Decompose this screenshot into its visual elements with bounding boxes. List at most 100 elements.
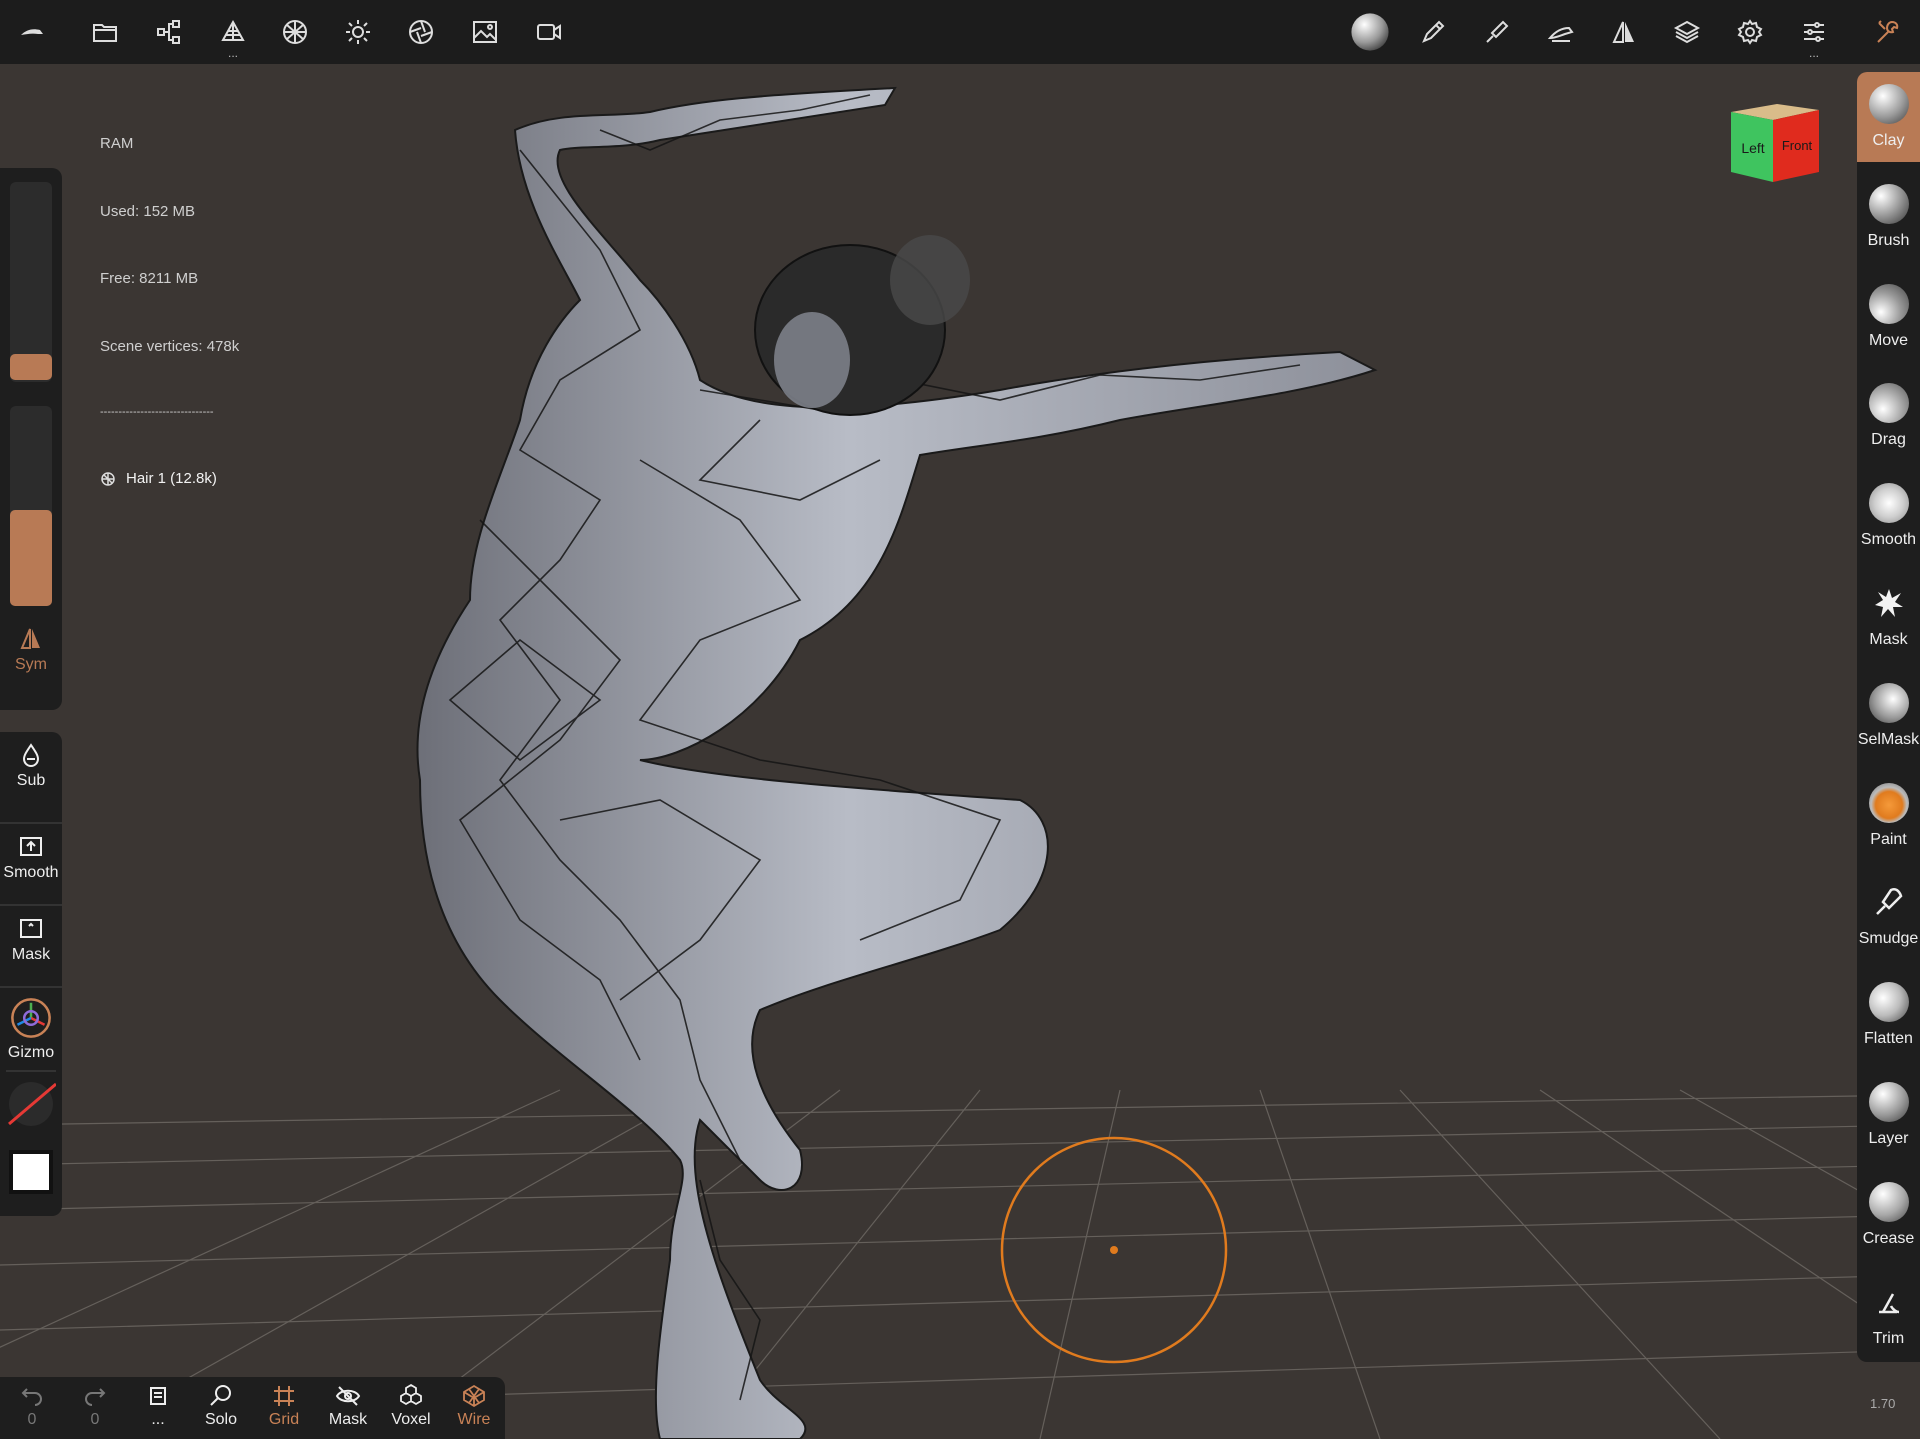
more-label: ... (151, 1411, 165, 1428)
redo-icon (85, 1388, 106, 1406)
viewport-3d[interactable] (0, 64, 1920, 1439)
tool-smudge[interactable]: Smudge (1857, 870, 1920, 960)
bottom-toolbar: 0 0 ... Solo Grid Mask Voxel Wire (0, 1377, 505, 1439)
view-cube[interactable]: Left Front (1727, 100, 1823, 184)
wireframe-button[interactable]: Wire (444, 1383, 504, 1439)
painting-icon[interactable] (1475, 10, 1519, 54)
wire-label: Wire (457, 1411, 491, 1428)
object-icon (101, 472, 115, 486)
undo-count: 0 (27, 1411, 37, 1428)
sculpt-model-figure (416, 86, 1378, 1439)
radius-slider[interactable] (10, 182, 52, 382)
eye-hidden-icon (335, 1386, 361, 1406)
light-icon[interactable] (336, 10, 380, 54)
layer-brush-icon (1868, 1082, 1909, 1122)
viewport-canvas[interactable] (0, 64, 1920, 1439)
sub-button[interactable]: Sub (0, 742, 62, 790)
video-icon[interactable] (527, 10, 571, 54)
cube-left-label: Left (1741, 140, 1764, 156)
tool-smooth[interactable]: Smooth (1857, 471, 1920, 561)
tool-clay[interactable]: Clay (1857, 72, 1920, 162)
symmetry-icon[interactable] (1602, 10, 1646, 54)
matcap-ball-icon[interactable] (1348, 10, 1392, 54)
selected-object-label: Hair 1 (12.8k) (126, 470, 217, 487)
topology-icon[interactable]: ... (211, 10, 255, 59)
redo-button[interactable]: 0 (65, 1383, 125, 1439)
grid-button[interactable]: Grid (254, 1383, 314, 1439)
stroke-icon[interactable] (1411, 10, 1455, 54)
cube-front-label: Front (1782, 138, 1813, 153)
tool-label: Smooth (1860, 531, 1917, 549)
scene-stats: RAM Used: 152 MB Free: 8211 MB Scene ver… (100, 88, 239, 513)
intensity-slider[interactable] (10, 406, 52, 606)
layers-icon[interactable] (1665, 10, 1709, 54)
ram-used: Used: 152 MB (100, 202, 196, 220)
settings-icon[interactable] (1728, 10, 1772, 54)
tool-selmask[interactable]: SelMask (1857, 671, 1920, 761)
move-brush-icon (1868, 283, 1909, 324)
sub-label: Sub (16, 772, 46, 789)
voxel-label: Voxel (391, 1411, 431, 1428)
mask-visibility-button[interactable]: Mask (318, 1383, 378, 1439)
droplet-icon (22, 743, 40, 767)
tool-label: Flatten (1864, 1030, 1913, 1048)
smooth-upload-icon (20, 837, 42, 856)
scene-graph-icon[interactable] (147, 10, 191, 54)
sym-button[interactable]: Sym (0, 626, 62, 674)
tool-mask[interactable]: Mask (1857, 571, 1920, 661)
material-sphere-icon[interactable] (273, 10, 317, 54)
crease-brush-icon (1868, 1181, 1909, 1222)
more-dots: ... (1808, 46, 1819, 60)
no-color-icon (8, 1082, 57, 1126)
tool-brush[interactable]: Brush (1857, 172, 1920, 262)
tool-drag[interactable]: Drag (1857, 371, 1920, 461)
folder-icon[interactable] (83, 10, 127, 54)
drag-brush-icon (1868, 383, 1909, 424)
color-swatch-white[interactable] (9, 1150, 53, 1194)
nomad-logo-icon[interactable] (10, 10, 54, 54)
tool-trim[interactable]: Trim (1857, 1270, 1920, 1360)
tools-icon[interactable] (1539, 10, 1583, 54)
radius-slider-handle[interactable] (10, 354, 52, 380)
smudge-icon (1875, 888, 1902, 916)
tool-crease[interactable]: Crease (1857, 1170, 1920, 1260)
tool-paint[interactable]: Paint (1857, 771, 1920, 861)
tool-label: Layer (1868, 1130, 1909, 1147)
sym-label: Sym (15, 656, 47, 673)
smooth-label: Smooth (3, 864, 59, 881)
redo-count: 0 (90, 1411, 100, 1428)
trim-icon (1878, 1292, 1899, 1313)
smooth-button[interactable]: Smooth (0, 822, 62, 882)
history-button[interactable]: ... (128, 1383, 188, 1439)
tool-label: Paint (1870, 830, 1907, 848)
interface-sliders-icon[interactable]: ... (1792, 10, 1836, 59)
flatten-brush-icon (1868, 982, 1909, 1023)
solo-button[interactable]: Solo (191, 1383, 251, 1439)
tool-wrench-icon[interactable] (1866, 10, 1910, 54)
mask-splat-icon (1874, 589, 1903, 617)
solo-label: Solo (204, 1411, 238, 1428)
more-dots: ... (227, 46, 238, 60)
background-image-icon[interactable] (463, 10, 507, 54)
voxel-button[interactable]: Voxel (381, 1383, 441, 1439)
grid-label: Grid (268, 1411, 300, 1428)
mask-button[interactable]: Mask (0, 904, 62, 964)
mask-label: Mask (11, 946, 51, 963)
history-icon (150, 1387, 166, 1405)
brush-icon (1868, 183, 1909, 224)
tool-flatten[interactable]: Flatten (1857, 970, 1920, 1060)
tool-label: Trim (1872, 1329, 1905, 1347)
undo-button[interactable]: 0 (2, 1383, 62, 1439)
undo-icon (21, 1388, 42, 1406)
tool-move[interactable]: Move (1857, 272, 1920, 362)
version-label: 1.70 (1870, 1396, 1896, 1411)
gizmo-button[interactable]: Gizmo (0, 986, 62, 1062)
camera-icon[interactable] (399, 10, 443, 54)
tool-layer[interactable]: Layer (1857, 1070, 1920, 1160)
selected-object[interactable]: Hair 1 (12.8k) (100, 468, 239, 491)
tool-label: Brush (1867, 231, 1910, 249)
color-picker-disabled[interactable] (6, 1070, 57, 1126)
gizmo-label: Gizmo (7, 1044, 55, 1061)
left-action-panel: Sub Smooth Mask Gizmo (0, 732, 62, 1216)
intensity-slider-fill[interactable] (10, 510, 52, 606)
